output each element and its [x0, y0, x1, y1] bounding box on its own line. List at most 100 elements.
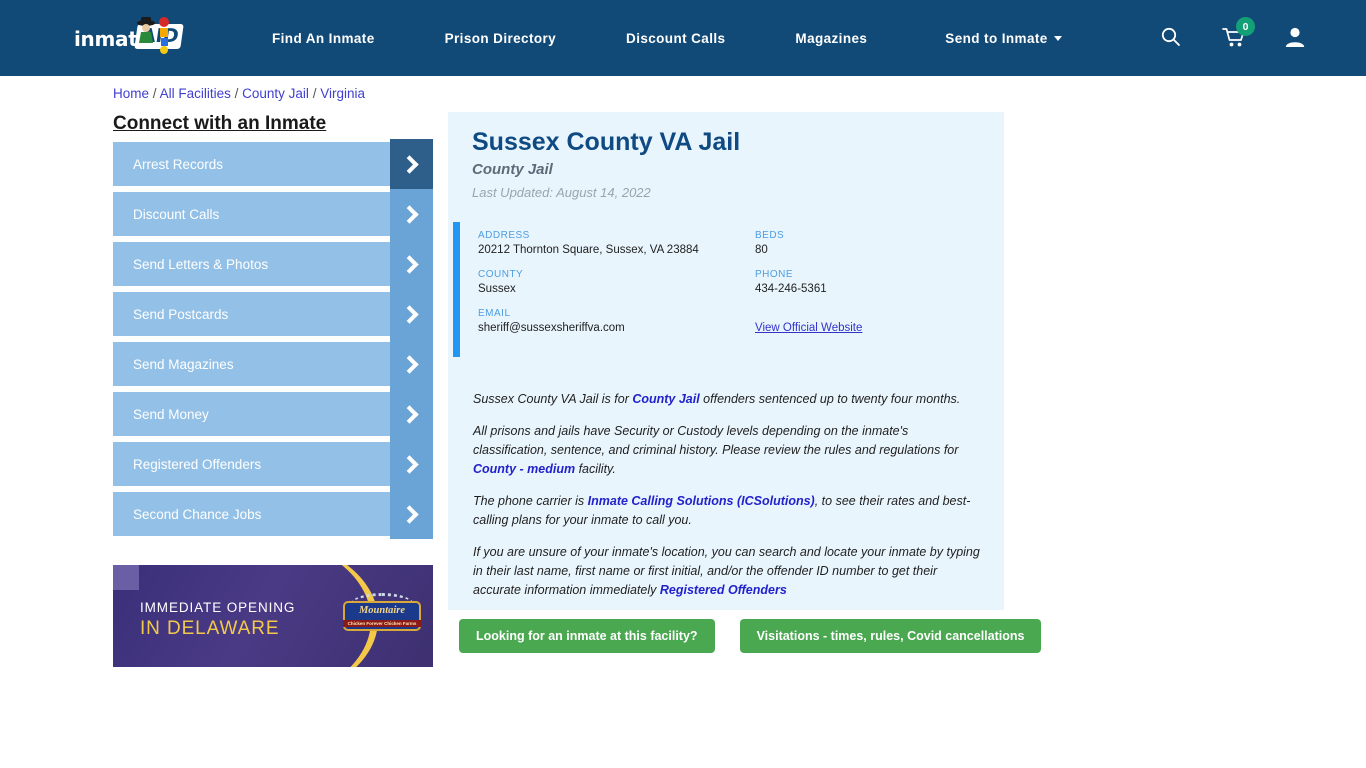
- ad-logo-name: Mountaire: [358, 605, 406, 616]
- chevron-right-icon: [390, 439, 433, 489]
- p2-text-a: All prisons and jails have Security or C…: [473, 424, 959, 457]
- chevron-right-icon: [390, 289, 433, 339]
- link-county-medium[interactable]: County - medium: [473, 462, 575, 476]
- link-registered-offenders[interactable]: Registered Offenders: [660, 583, 787, 597]
- field-email-value: sheriff@sussexsheriffva.com: [478, 322, 625, 334]
- facility-info-card: Sussex County VA Jail County Jail Last U…: [448, 112, 1004, 610]
- nav-link-magazines[interactable]: Magazines: [773, 31, 889, 46]
- chevron-right-icon: [390, 489, 433, 539]
- official-website-link[interactable]: View Official Website: [755, 322, 862, 334]
- account-button[interactable]: [1284, 26, 1306, 50]
- sidebar-item-label: Discount Calls: [133, 206, 220, 222]
- chevron-right-icon: [390, 139, 433, 189]
- field-county-label: COUNTY: [478, 269, 524, 280]
- field-phone-label: PHONE: [755, 269, 794, 280]
- field-address-value: 20212 Thornton Square, Sussex, VA 23884: [478, 244, 699, 256]
- page-title: Sussex County VA Jail: [472, 128, 741, 156]
- breadcrumb-item-county-jail[interactable]: County Jail: [242, 86, 309, 101]
- p1-text-b: offenders sentenced up to twenty four mo…: [699, 392, 961, 406]
- info-accent-bar: [453, 222, 460, 357]
- cta-button-row: Looking for an inmate at this facility? …: [459, 619, 1042, 653]
- sidebar-item-send-money[interactable]: Send Money: [113, 389, 433, 439]
- cart-button[interactable]: 0: [1222, 17, 1255, 50]
- chevron-right-icon: [390, 239, 433, 289]
- field-county-value: Sussex: [478, 283, 516, 295]
- p3-text-a: The phone carrier is: [473, 494, 588, 508]
- field-county: COUNTY Sussex: [478, 269, 699, 295]
- cart-count-badge: 0: [1236, 17, 1255, 36]
- field-phone: PHONE 434-246-5361: [755, 269, 862, 295]
- chevron-right-icon: [390, 389, 433, 439]
- nav-link-find-an-inmate[interactable]: Find An Inmate: [250, 31, 397, 46]
- nav-icon-group: 0: [1160, 0, 1306, 76]
- breadcrumb-separator: /: [312, 86, 317, 101]
- breadcrumb-item-all-facilities[interactable]: All Facilities: [160, 86, 231, 101]
- p2-text-b: facility.: [575, 462, 616, 476]
- ad-logo-subtitle: Chicken Forever Chicken Farms: [343, 620, 421, 627]
- nav-link-send-to-inmate-label: Send to Inmate: [945, 30, 1048, 46]
- breadcrumb-item-virginia[interactable]: Virginia: [320, 86, 365, 101]
- field-website: View Official Website: [755, 308, 862, 334]
- site-logo[interactable]: inmate AID: [74, 14, 194, 62]
- sidebar-item-label: Send Money: [133, 406, 209, 422]
- visitations-button[interactable]: Visitations - times, rules, Covid cancel…: [739, 619, 1042, 653]
- facility-details-right-column: BEDS 80 PHONE 434-246-5361 View Official…: [755, 230, 862, 347]
- facility-description: Sussex County VA Jail is for County Jail…: [473, 390, 986, 613]
- sidebar-item-send-magazines[interactable]: Send Magazines: [113, 339, 433, 389]
- sidebar-heading: Connect with an Inmate: [113, 113, 327, 134]
- search-icon: [1161, 27, 1180, 46]
- breadcrumb-separator: /: [234, 86, 239, 101]
- nav-link-prison-directory[interactable]: Prison Directory: [423, 31, 578, 46]
- breadcrumb-separator: /: [152, 86, 157, 101]
- sidebar-item-label: Arrest Records: [133, 156, 224, 172]
- field-beds: BEDS 80: [755, 230, 862, 256]
- field-address: ADDRESS 20212 Thornton Square, Sussex, V…: [478, 230, 699, 256]
- nav-link-discount-calls[interactable]: Discount Calls: [604, 31, 747, 46]
- advertisement-banner[interactable]: IMMEDIATE OPENING IN DELAWARE Mountaire …: [113, 565, 433, 667]
- ad-headline-line2: IN DELAWARE: [140, 618, 280, 639]
- field-website-label: [755, 308, 862, 319]
- sidebar-item-label: Send Magazines: [133, 356, 234, 372]
- description-paragraph-1: Sussex County VA Jail is for County Jail…: [473, 390, 986, 409]
- field-email: EMAIL sheriff@sussexsheriffva.com: [478, 308, 699, 334]
- sidebar-item-label: Registered Offenders: [133, 456, 262, 472]
- sidebar-item-label: Send Postcards: [133, 306, 229, 322]
- sidebar-item-label: Send Letters & Photos: [133, 256, 269, 272]
- description-paragraph-3: The phone carrier is Inmate Calling Solu…: [473, 492, 986, 530]
- field-phone-value: 434-246-5361: [755, 283, 827, 295]
- chevron-right-icon: [390, 339, 433, 389]
- description-paragraph-4: If you are unsure of your inmate's locat…: [473, 543, 986, 600]
- mountaire-logo: Mountaire Chicken Forever Chicken Farms: [343, 593, 421, 635]
- logo-mascot-icon: [137, 17, 169, 54]
- user-icon: [1285, 27, 1305, 47]
- nav-link-send-to-inmate[interactable]: Send to Inmate: [923, 31, 1083, 46]
- facility-details-left-column: ADDRESS 20212 Thornton Square, Sussex, V…: [478, 230, 699, 347]
- p1-text-a: Sussex County VA Jail is for: [473, 392, 633, 406]
- sidebar-item-label: Second Chance Jobs: [133, 506, 262, 522]
- sidebar-item-send-postcards[interactable]: Send Postcards: [113, 289, 433, 339]
- top-navigation-bar: inmate AID Find An Inmate Prison Directo…: [0, 0, 1366, 76]
- breadcrumb: Home / All Facilities / County Jail / Vi…: [113, 86, 365, 101]
- breadcrumb-item-home[interactable]: Home: [113, 86, 149, 101]
- last-updated-text: Last Updated: August 14, 2022: [472, 185, 651, 200]
- field-email-label: EMAIL: [478, 308, 511, 319]
- field-beds-value: 80: [755, 244, 768, 256]
- sidebar-item-second-chance-jobs[interactable]: Second Chance Jobs: [113, 489, 433, 539]
- chevron-right-icon: [390, 189, 433, 239]
- sidebar-item-arrest-records[interactable]: Arrest Records: [113, 139, 433, 189]
- link-county-jail[interactable]: County Jail: [632, 392, 699, 406]
- sidebar-item-discount-calls[interactable]: Discount Calls: [113, 189, 433, 239]
- sidebar-item-send-letters-photos[interactable]: Send Letters & Photos: [113, 239, 433, 289]
- link-icsolutions[interactable]: Inmate Calling Solutions (ICSolutions): [588, 494, 815, 508]
- facility-type: County Jail: [472, 161, 553, 178]
- sidebar-item-registered-offenders[interactable]: Registered Offenders: [113, 439, 433, 489]
- ad-corner-decoration: [113, 565, 139, 590]
- looking-for-inmate-button[interactable]: Looking for an inmate at this facility?: [459, 619, 715, 653]
- field-address-label: ADDRESS: [478, 230, 530, 241]
- sidebar-nav: Arrest Records Discount Calls Send Lette…: [113, 139, 433, 542]
- search-button[interactable]: [1160, 26, 1182, 50]
- description-paragraph-2: All prisons and jails have Security or C…: [473, 422, 986, 479]
- chevron-down-icon: [1053, 35, 1062, 41]
- ad-headline-line1: IMMEDIATE OPENING: [140, 600, 296, 615]
- primary-nav-links: Find An Inmate Prison Directory Discount…: [250, 0, 1084, 76]
